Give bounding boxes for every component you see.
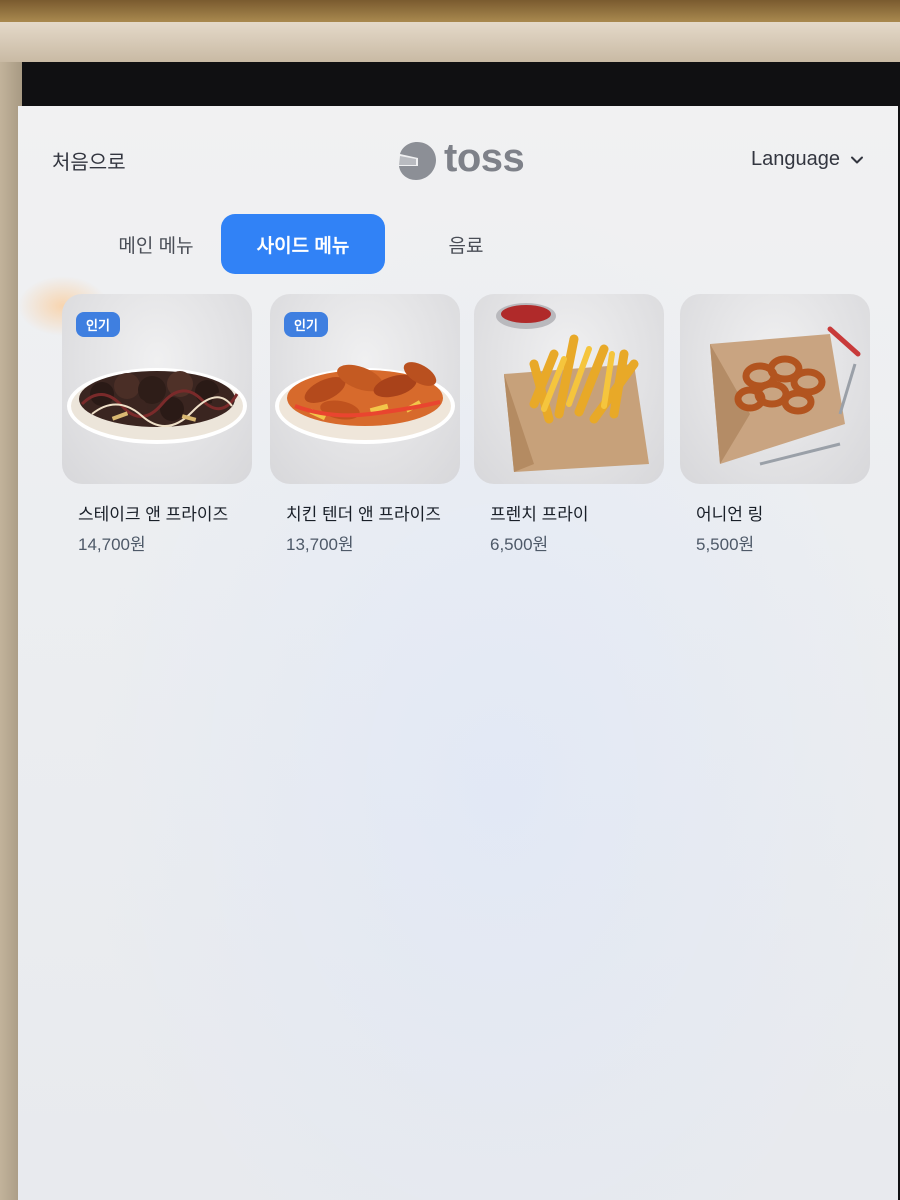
menu-item-price: 14,700원	[78, 535, 146, 554]
onion-rings-image	[680, 294, 870, 484]
popular-badge: 인기	[76, 312, 120, 337]
menu-item-name: 치킨 텐더 앤 프라이즈	[286, 505, 441, 524]
chevron-down-icon	[851, 156, 863, 163]
tab-main-menu[interactable]: 메인 메뉴	[76, 214, 236, 274]
kiosk-screen: 처음으로 toss Language 메인 메뉴 사이드 메뉴 음료 인기 스테…	[18, 106, 898, 1200]
wall-background	[0, 0, 900, 22]
tab-side-menu[interactable]: 사이드 메뉴	[221, 214, 385, 274]
menu-grid: 인기 스테이크 앤 프라이즈 14,700원 인기 치킨 텐더 앤 프라이즈 1…	[62, 294, 898, 574]
kiosk-bezel-top	[0, 22, 900, 62]
menu-item-french-fries[interactable]: 프렌치 프라이 6,500원	[474, 294, 664, 564]
tab-drinks[interactable]: 음료	[386, 214, 546, 274]
toss-logo-icon	[399, 142, 436, 180]
menu-item-chicken-tender-fries[interactable]: 인기 치킨 텐더 앤 프라이즈 13,700원	[270, 294, 460, 564]
menu-item-name: 스테이크 앤 프라이즈	[78, 505, 229, 524]
menu-item-name: 어니언 링	[696, 505, 764, 524]
steak-fries-image: 인기	[62, 294, 252, 484]
category-tabs: 메인 메뉴 사이드 메뉴 음료	[18, 214, 898, 274]
language-selector[interactable]: Language	[751, 148, 864, 171]
chicken-tender-fries-image: 인기	[270, 294, 460, 484]
popular-badge: 인기	[284, 312, 328, 337]
menu-item-name: 프렌치 프라이	[490, 505, 589, 524]
menu-item-price: 5,500원	[696, 535, 755, 554]
header: 처음으로 toss Language	[18, 106, 898, 206]
french-fries-illustration	[496, 303, 649, 472]
menu-item-steak-fries[interactable]: 인기 스테이크 앤 프라이즈 14,700원	[62, 294, 252, 564]
french-fries-image	[474, 294, 664, 484]
toss-logo: toss	[394, 136, 554, 186]
onion-rings-illustration	[710, 326, 861, 466]
language-label: Language	[751, 148, 840, 170]
menu-item-onion-rings[interactable]: 어니언 링 5,500원	[680, 294, 870, 564]
home-button[interactable]: 처음으로	[52, 146, 126, 175]
menu-item-price: 6,500원	[490, 535, 549, 554]
menu-item-price: 13,700원	[286, 535, 354, 554]
toss-logo-text: toss	[444, 136, 525, 180]
